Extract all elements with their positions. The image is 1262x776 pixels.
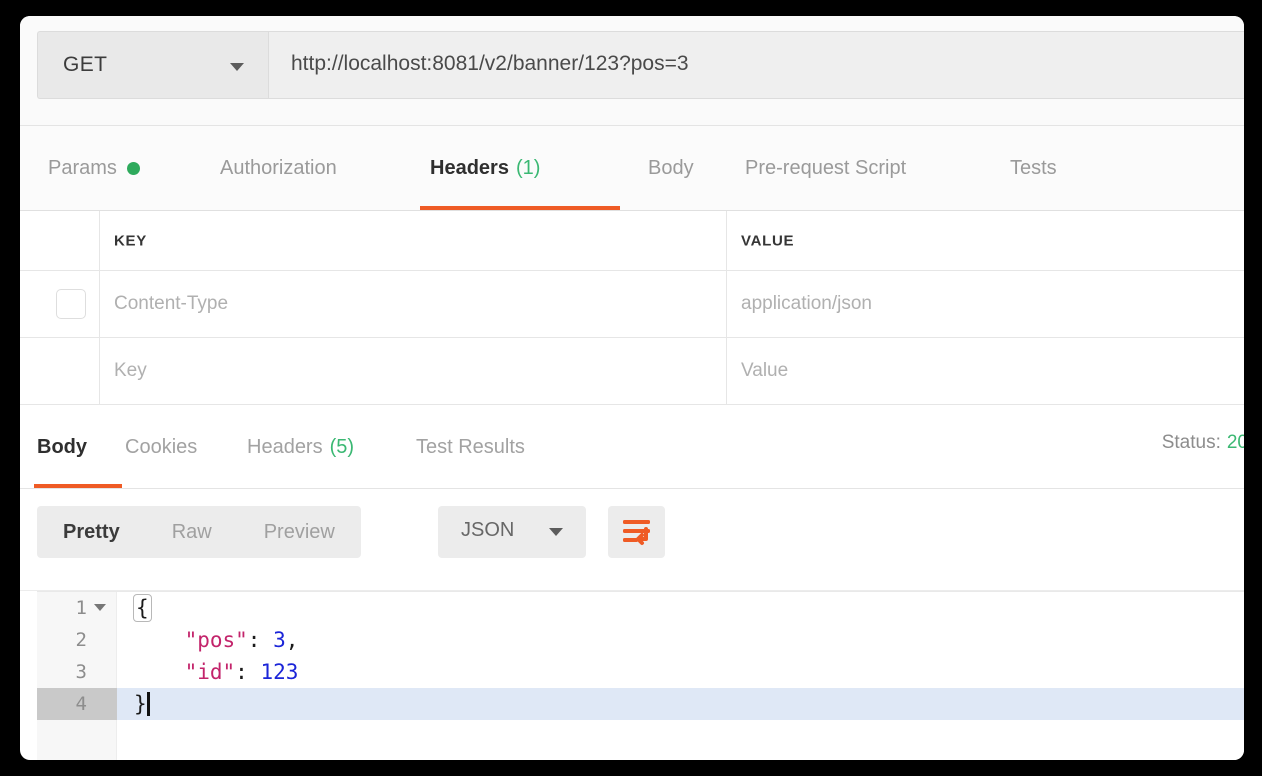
tab-authorization[interactable]: Authorization xyxy=(220,126,337,211)
code-line[interactable]: 3 "id": 123 xyxy=(37,656,1244,688)
format-label: JSON xyxy=(461,519,515,541)
header-key-input-empty[interactable]: Key xyxy=(114,360,147,382)
fold-triangle-icon[interactable] xyxy=(94,604,106,611)
response-tab-cookies-label: Cookies xyxy=(125,435,198,458)
line-number: 3 xyxy=(75,661,87,683)
request-tabs: Params Authorization Headers (1) Body Pr… xyxy=(20,126,1244,211)
response-tab-cookies[interactable]: Cookies xyxy=(125,405,197,489)
http-method-label: GET xyxy=(63,53,108,76)
response-tab-headers-count: (5) xyxy=(329,435,355,458)
url-bar: GET http://localhost:8081/v2/banner/123?… xyxy=(20,16,1244,126)
active-response-tab-underline xyxy=(34,484,122,488)
tab-body-label: Body xyxy=(648,157,694,179)
url-input[interactable]: http://localhost:8081/v2/banner/123?pos=… xyxy=(268,31,1244,99)
headers-table: KEY VALUE Content-Type application/json xyxy=(20,211,1244,405)
tab-pre-request-script[interactable]: Pre-request Script xyxy=(745,126,906,211)
code-line[interactable]: 4} xyxy=(37,688,1244,720)
tab-tests-label: Tests xyxy=(1010,157,1057,179)
tab-body[interactable]: Body xyxy=(648,126,694,211)
header-key-input[interactable]: Content-Type xyxy=(114,293,228,315)
tab-headers-count: (1) xyxy=(515,157,541,179)
view-mode-pretty[interactable]: Pretty xyxy=(37,506,146,558)
code-text: { xyxy=(133,594,152,622)
header-value-input[interactable]: application/json xyxy=(741,293,872,315)
code-line[interactable]: 2 "pos": 3, xyxy=(37,624,1244,656)
active-line-highlight xyxy=(117,688,1244,720)
tab-pre-request-script-label: Pre-request Script xyxy=(745,157,907,179)
tab-params-label: Params xyxy=(48,157,117,179)
table-row: Content-Type application/json xyxy=(20,271,1244,338)
row-checkbox-cell xyxy=(20,271,100,337)
tab-headers-label: Headers xyxy=(430,157,509,179)
line-number: 1 xyxy=(75,597,87,619)
column-key-label: KEY xyxy=(114,232,147,249)
table-header-row: KEY VALUE xyxy=(20,211,1244,271)
column-value-label: VALUE xyxy=(741,232,795,249)
screen: GET http://localhost:8081/v2/banner/123?… xyxy=(0,0,1262,776)
status-code: 20 xyxy=(1226,432,1244,453)
postman-request-pane: GET http://localhost:8081/v2/banner/123?… xyxy=(20,16,1244,760)
response-tab-body-label: Body xyxy=(37,435,87,458)
line-number: 4 xyxy=(75,693,87,715)
header-checkbox-column xyxy=(20,211,100,270)
word-wrap-button[interactable] xyxy=(608,506,665,558)
line-number: 2 xyxy=(75,629,87,651)
header-enable-checkbox[interactable] xyxy=(56,289,86,319)
response-tab-headers-label: Headers xyxy=(247,435,323,458)
status-label: Status: xyxy=(1161,432,1221,453)
row-key-cell[interactable]: Key xyxy=(100,338,727,404)
response-toolbar: Pretty Raw Preview JSON xyxy=(20,489,1244,591)
row-key-cell[interactable]: Content-Type xyxy=(100,271,727,337)
view-mode-raw[interactable]: Raw xyxy=(146,506,238,558)
response-tab-body[interactable]: Body xyxy=(37,405,87,489)
http-method-select[interactable]: GET xyxy=(37,31,268,99)
tab-tests[interactable]: Tests xyxy=(1010,126,1057,211)
column-key: KEY xyxy=(100,211,727,270)
chevron-down-icon xyxy=(549,528,563,536)
tab-headers[interactable]: Headers (1) xyxy=(430,126,540,211)
response-tabs: Body Cookies Headers (5) Test Results St… xyxy=(20,405,1244,489)
code-text: } xyxy=(134,688,150,720)
code-line[interactable]: 1{ xyxy=(37,592,1244,624)
active-tab-underline xyxy=(420,206,620,210)
chevron-down-icon xyxy=(230,63,244,71)
word-wrap-icon xyxy=(623,520,650,545)
response-body-editor[interactable]: 1{2 "pos": 3, 3 "id": 123 4} xyxy=(37,591,1244,760)
tab-params[interactable]: Params xyxy=(48,126,140,211)
header-value-input-empty[interactable]: Value xyxy=(741,360,788,382)
response-tab-test-results[interactable]: Test Results xyxy=(416,405,525,489)
format-select[interactable]: JSON xyxy=(438,506,586,558)
table-row: Key Value xyxy=(20,338,1244,405)
view-mode-group: Pretty Raw Preview xyxy=(37,506,361,558)
code-text: "id": 123 xyxy=(184,660,299,684)
row-value-cell[interactable]: application/json xyxy=(727,271,1244,337)
row-checkbox-cell xyxy=(20,338,100,404)
response-tab-headers[interactable]: Headers (5) xyxy=(247,405,354,489)
status-badge: Status: 20 xyxy=(1162,432,1244,454)
code-text: "pos": 3, xyxy=(184,628,299,652)
row-value-cell[interactable]: Value xyxy=(727,338,1244,404)
tab-authorization-label: Authorization xyxy=(220,157,337,179)
view-mode-preview[interactable]: Preview xyxy=(238,506,361,558)
response-tab-test-results-label: Test Results xyxy=(416,435,525,458)
params-modified-dot-icon xyxy=(126,162,140,175)
url-text: http://localhost:8081/v2/banner/123?pos=… xyxy=(291,52,689,75)
column-value: VALUE xyxy=(727,211,1244,270)
